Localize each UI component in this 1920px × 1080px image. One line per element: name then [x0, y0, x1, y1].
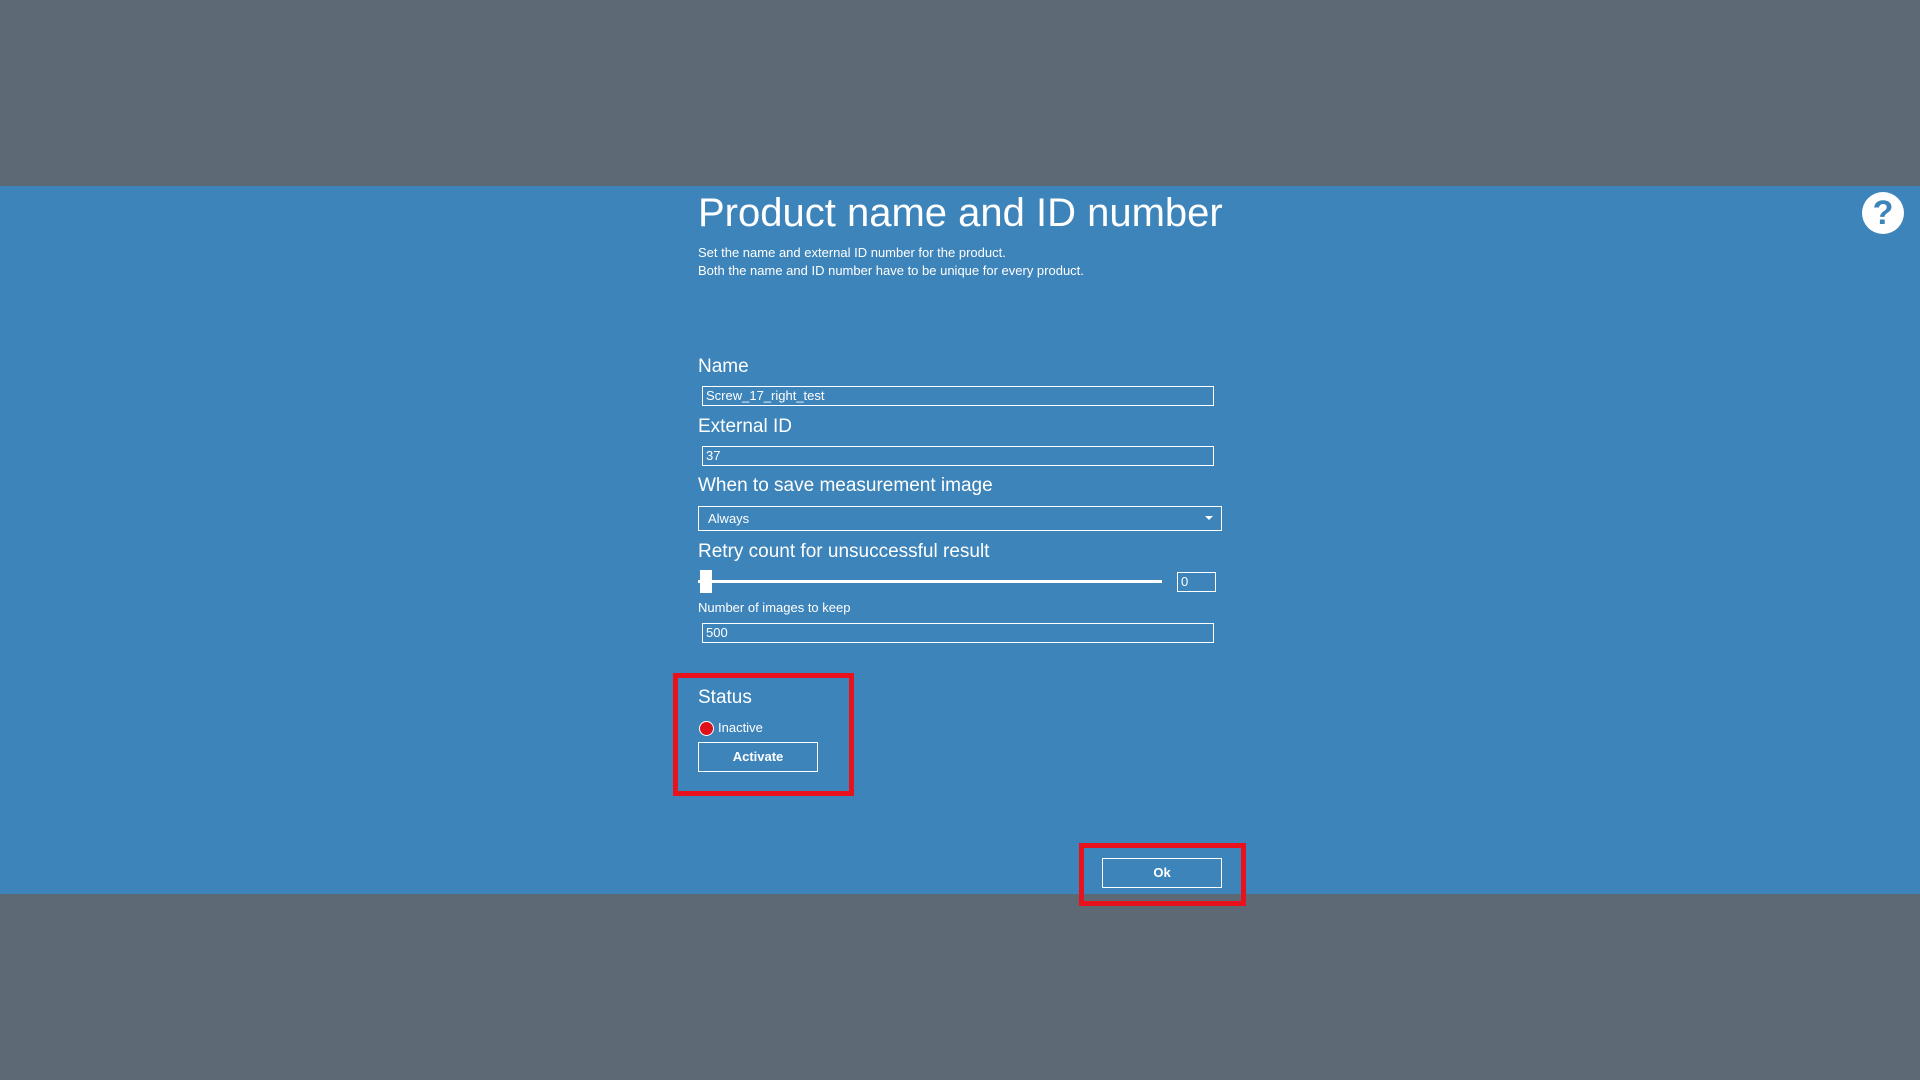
- ok-button[interactable]: Ok: [1102, 858, 1222, 888]
- external-id-label: External ID: [698, 416, 792, 437]
- dialog-panel: [0, 186, 1920, 894]
- description-line-1: Set the name and external ID number for …: [698, 245, 1006, 260]
- save-image-dropdown[interactable]: Always: [698, 506, 1222, 531]
- name-label: Name: [698, 356, 749, 377]
- chevron-down-icon: [1205, 516, 1213, 520]
- status-indicator-icon: [699, 721, 714, 736]
- activate-button[interactable]: Activate: [698, 742, 818, 772]
- images-to-keep-input[interactable]: [702, 623, 1214, 643]
- status-label: Status: [698, 687, 752, 708]
- help-icon[interactable]: ?: [1862, 192, 1904, 234]
- retry-count-label: Retry count for unsuccessful result: [698, 541, 990, 562]
- save-image-label: When to save measurement image: [698, 475, 993, 496]
- retry-count-slider-track[interactable]: [698, 580, 1162, 583]
- status-text: Inactive: [718, 720, 763, 735]
- retry-count-value-field[interactable]: 0: [1177, 572, 1216, 592]
- external-id-input[interactable]: [702, 446, 1214, 466]
- page-title: Product name and ID number: [698, 191, 1223, 235]
- retry-count-slider-thumb[interactable]: [700, 570, 712, 593]
- name-input[interactable]: [702, 386, 1214, 406]
- description-line-2: Both the name and ID number have to be u…: [698, 263, 1084, 278]
- images-to-keep-label: Number of images to keep: [698, 600, 851, 615]
- save-image-selected-value: Always: [708, 511, 750, 526]
